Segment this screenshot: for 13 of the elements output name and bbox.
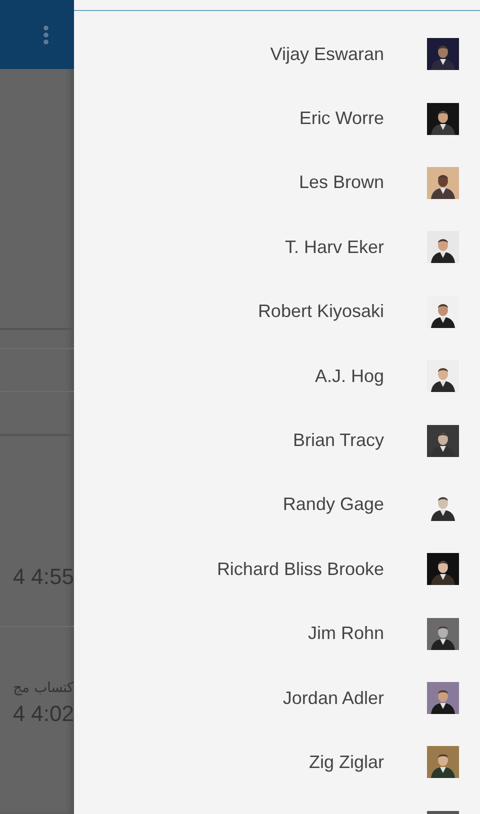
list-item[interactable]: Robert Kiyosaki	[74, 280, 480, 344]
list-item[interactable]: Zig Ziglar	[74, 730, 480, 795]
list-item[interactable]: Randy Gage	[74, 472, 480, 538]
more-options-icon[interactable]	[43, 24, 49, 44]
list-item[interactable]: Richard Bliss Brooke	[74, 537, 480, 602]
list-item[interactable]: Les Brown	[74, 150, 480, 216]
list-item[interactable]: Brian Tracy	[74, 408, 480, 473]
list-item[interactable]: T. Harv Eker	[74, 215, 480, 280]
list-item[interactable]: A.J. Hog	[74, 344, 480, 408]
list-item[interactable]: Eric Worre	[74, 86, 480, 151]
list-item[interactable]: Jim Rohn	[74, 602, 480, 666]
list-item[interactable]: Vijay Eswaran	[74, 22, 480, 86]
list-item[interactable]: Jordan Adler	[74, 666, 480, 730]
